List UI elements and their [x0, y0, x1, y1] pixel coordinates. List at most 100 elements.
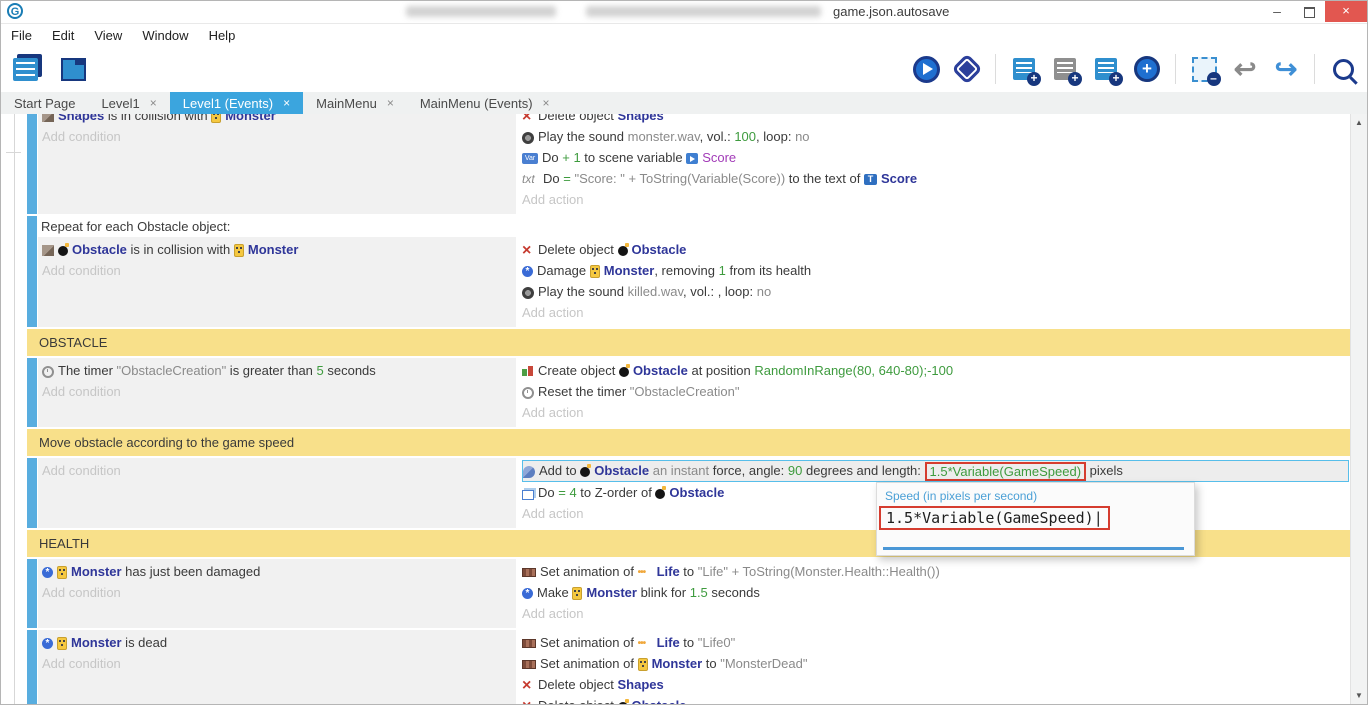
add-special-event-button[interactable]	[1131, 53, 1163, 85]
action-line[interactable]: Do = "Score: " + ToString(Variable(Score…	[522, 168, 1351, 189]
group-header[interactable]: OBSTACLE	[27, 329, 1351, 356]
debugger-bug-icon	[956, 58, 979, 81]
tab-mainmenu-events[interactable]: MainMenu (Events)×	[407, 92, 563, 115]
condition-line[interactable]: Monster is dead	[42, 632, 510, 653]
text-segment: Obstacle	[669, 485, 724, 500]
action-line[interactable]: Damage Monster, removing 1 from its heal…	[522, 260, 1351, 281]
actions-column: Delete object ObstacleDamage Monster, re…	[519, 237, 1351, 327]
text-segment: Do	[543, 171, 563, 186]
plus-badge-icon	[1027, 72, 1041, 86]
redo-icon	[1275, 54, 1298, 85]
vertical-scrollbar[interactable]: ▲ ▼	[1350, 114, 1367, 704]
close-button[interactable]: ×	[1325, 1, 1367, 22]
action-line[interactable]: Play the sound monster.wav, vol.: 100, l…	[522, 126, 1351, 147]
preview-play-button[interactable]	[910, 53, 942, 85]
add-comment-button[interactable]	[1049, 53, 1081, 85]
delete-icon	[522, 244, 534, 258]
maximize-button[interactable]	[1293, 1, 1325, 22]
undo-button[interactable]	[1229, 53, 1261, 85]
action-line[interactable]: Play the sound killed.wav, vol.: , loop:…	[522, 281, 1351, 302]
tab-level1-events[interactable]: Level1 (Events) ×	[170, 92, 303, 115]
condition-line[interactable]: Monster has just been damaged	[42, 561, 510, 582]
text-segment: Obstacle	[632, 242, 687, 257]
text-segment: =	[563, 171, 574, 186]
add-action-button[interactable]: Add action	[522, 402, 1351, 423]
close-icon[interactable]: ×	[283, 92, 290, 115]
redo-button[interactable]	[1270, 53, 1302, 85]
close-icon[interactable]: ×	[387, 92, 394, 115]
menu-file[interactable]: File	[9, 28, 34, 43]
text-segment: Delete object	[538, 242, 618, 257]
condition-line[interactable]: Shapes is in collision with Monster	[42, 114, 510, 126]
action-line[interactable]: Set animation of Life to "Life" + ToStri…	[522, 561, 1351, 582]
action-line[interactable]: Do + 1 to scene variable Score	[522, 147, 1351, 168]
project-documents-button[interactable]	[9, 53, 41, 85]
text-segment: "MonsterDead"	[720, 656, 807, 671]
monster-icon	[590, 265, 600, 278]
debugger-button[interactable]	[951, 53, 983, 85]
tab-label: Level1 (Events)	[183, 92, 273, 115]
tab-start-page[interactable]: Start Page	[1, 92, 88, 115]
scene-window-button[interactable]	[57, 53, 89, 85]
add-subevent-button[interactable]	[1090, 53, 1122, 85]
text-segment: 1.5*Variable(GameSpeed)	[925, 462, 1087, 481]
monster-icon	[572, 587, 582, 600]
toolbar	[1, 46, 1367, 92]
group-header[interactable]: Move obstacle according to the game spee…	[27, 429, 1351, 456]
text-segment: Add action	[522, 405, 583, 420]
play-icon	[913, 56, 940, 83]
monster-icon	[638, 658, 648, 671]
add-action-button[interactable]: Add action	[522, 189, 1351, 210]
condition-line[interactable]: The timer "ObstacleCreation" is greater …	[42, 360, 510, 381]
text-segment: 100	[734, 129, 756, 144]
text-segment: force, angle:	[713, 463, 788, 478]
text-segment: + 1	[562, 150, 580, 165]
action-line[interactable]: Make Monster blink for 1.5 seconds	[522, 582, 1351, 603]
add-condition-button[interactable]: Add condition	[42, 653, 510, 674]
monster-icon	[57, 637, 67, 650]
menu-window[interactable]: Window	[140, 28, 190, 43]
menu-edit[interactable]: Edit	[50, 28, 76, 43]
condition-line[interactable]: Obstacle is in collision with Monster	[42, 239, 510, 260]
action-line[interactable]: Set animation of Monster to "MonsterDead…	[522, 653, 1351, 674]
remove-event-button[interactable]	[1188, 53, 1220, 85]
tab-mainmenu[interactable]: MainMenu×	[303, 92, 407, 115]
add-condition-button[interactable]: Add condition	[42, 381, 510, 402]
text-segment: has just been damaged	[122, 564, 261, 579]
add-condition-button[interactable]: Add condition	[42, 460, 510, 481]
action-line[interactable]: Set animation of Life to "Life0"	[522, 632, 1351, 653]
expression-input[interactable]: 1.5*Variable(GameSpeed)|	[879, 506, 1110, 530]
add-action-button[interactable]: Add action	[522, 603, 1351, 624]
monster-icon	[57, 566, 67, 579]
action-line[interactable]: Delete object Shapes	[522, 114, 1351, 126]
close-icon[interactable]: ×	[543, 92, 550, 115]
text-segment: Add action	[522, 506, 583, 521]
text-segment: no	[757, 284, 771, 299]
action-line[interactable]: Delete object Obstacle	[522, 239, 1351, 260]
tab-level1[interactable]: Level1×	[88, 92, 169, 115]
project-documents-icon	[13, 58, 38, 81]
add-action-button[interactable]: Add action	[522, 302, 1351, 323]
action-line[interactable]: Delete object Obstacle	[522, 695, 1351, 704]
add-condition-button[interactable]: Add condition	[42, 582, 510, 603]
repeat-for-each-header[interactable]: Repeat for each Obstacle object:	[38, 216, 1351, 237]
action-line[interactable]: Create object Obstacle at position Rando…	[522, 360, 1351, 381]
action-line[interactable]: Add to Obstacle an instant force, angle:…	[522, 460, 1349, 482]
minimize-button[interactable]: –	[1261, 1, 1293, 22]
scroll-up-icon[interactable]: ▲	[1351, 118, 1367, 127]
plus-badge-icon	[1068, 72, 1082, 86]
add-condition-button[interactable]: Add condition	[42, 126, 510, 147]
expression-editor-popup: Speed (in pixels per second) 1.5*Variabl…	[876, 482, 1195, 556]
event-row: Monster is deadAdd condition Set animatio…	[27, 630, 1351, 704]
action-line[interactable]: Delete object Shapes	[522, 674, 1351, 695]
text-segment: Damage	[537, 263, 590, 278]
add-condition-button[interactable]: Add condition	[42, 260, 510, 281]
scroll-down-icon[interactable]: ▼	[1351, 691, 1367, 700]
add-event-button[interactable]	[1008, 53, 1040, 85]
search-button[interactable]	[1327, 53, 1359, 85]
menu-view[interactable]: View	[92, 28, 124, 43]
delete-icon	[522, 114, 534, 124]
menu-help[interactable]: Help	[207, 28, 238, 43]
close-icon[interactable]: ×	[150, 92, 157, 115]
action-line[interactable]: Reset the timer "ObstacleCreation"	[522, 381, 1351, 402]
